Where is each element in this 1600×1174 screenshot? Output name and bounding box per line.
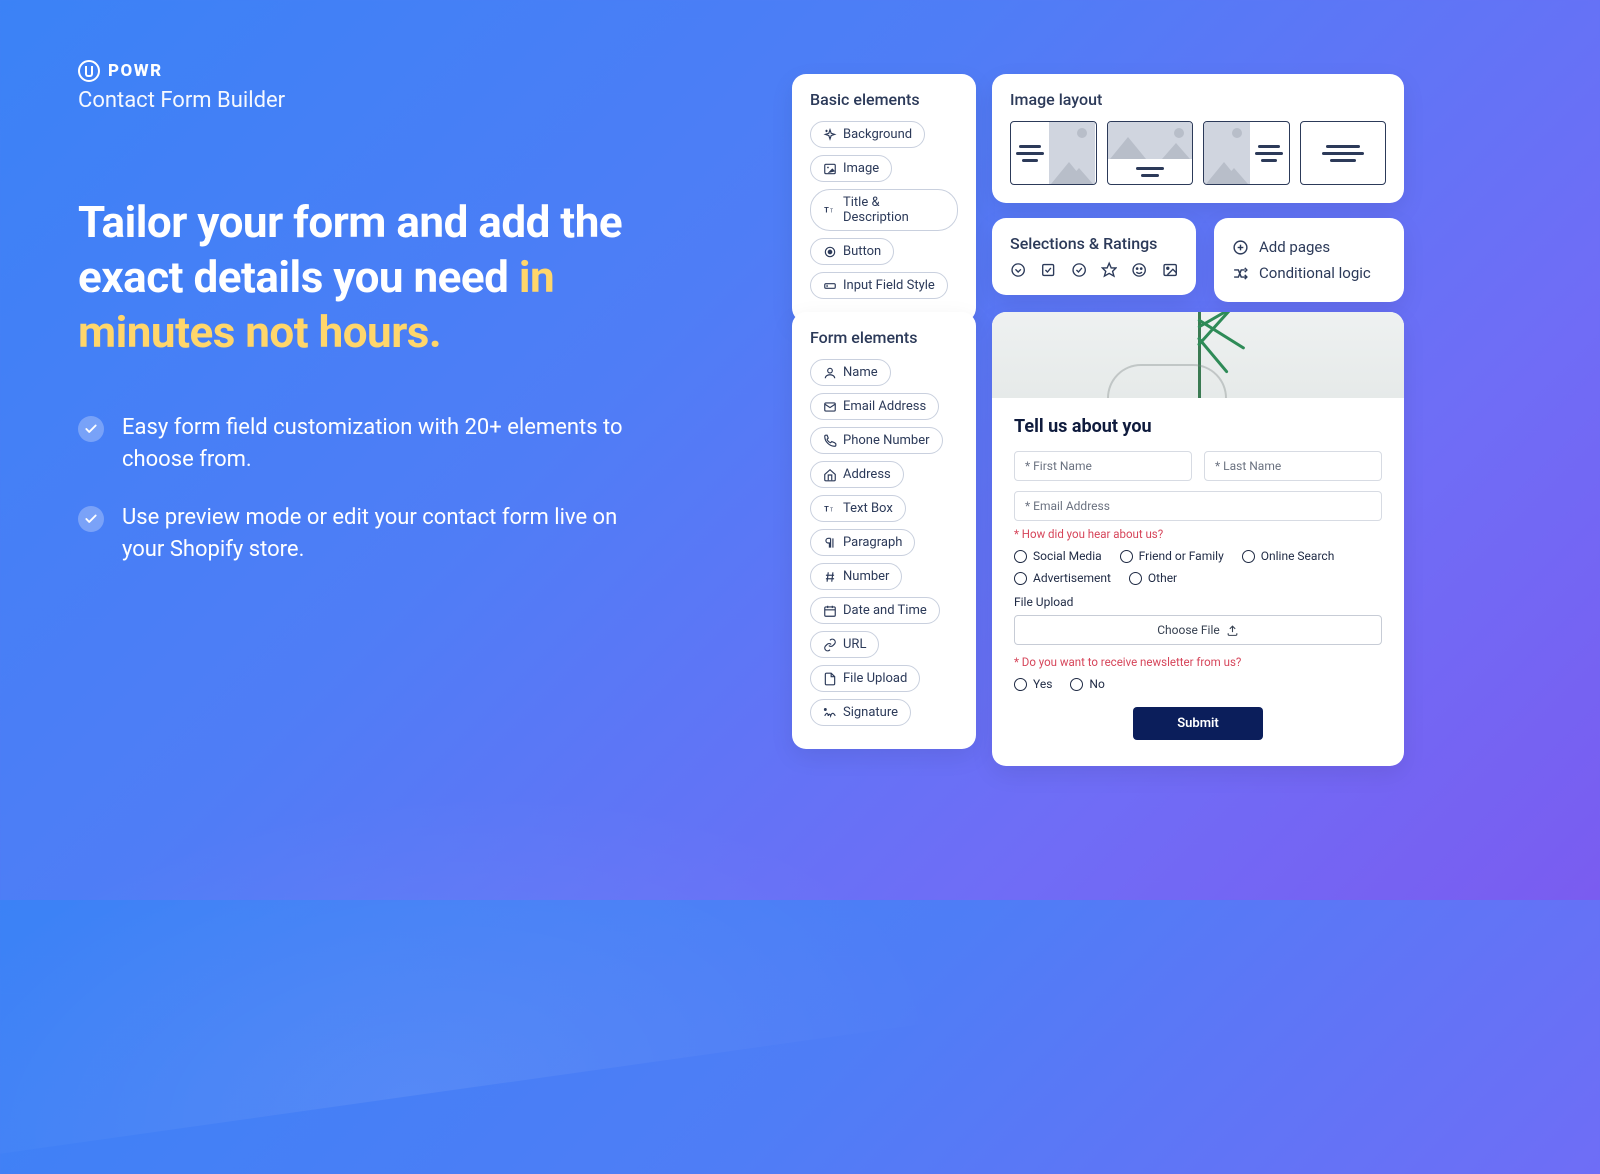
element-datetime[interactable]: Date and Time bbox=[810, 597, 940, 624]
element-paragraph[interactable]: Paragraph bbox=[810, 529, 915, 556]
bullet-text: Easy form field customization with 20+ e… bbox=[122, 412, 638, 476]
form-elements-card: Form elements Name Email Address Phone N… bbox=[792, 312, 976, 749]
element-button[interactable]: Button bbox=[810, 238, 894, 265]
form-title: Tell us about you bbox=[1014, 416, 1382, 437]
check-icon bbox=[78, 416, 104, 442]
brand-name: POWR bbox=[108, 61, 163, 81]
bullet-item: Use preview mode or edit your contact fo… bbox=[78, 502, 638, 566]
pages-label: Conditional logic bbox=[1259, 264, 1371, 282]
layout-option-left-text[interactable] bbox=[1010, 121, 1097, 185]
layout-option-top-image[interactable] bbox=[1107, 121, 1194, 185]
conditional-logic-button[interactable]: Conditional logic bbox=[1232, 260, 1386, 286]
svg-text:T: T bbox=[824, 504, 829, 513]
element-input-style[interactable]: Input Field Style bbox=[810, 272, 948, 299]
check-icon bbox=[78, 506, 104, 532]
svg-text:T: T bbox=[824, 205, 829, 214]
card-title: Selections & Ratings bbox=[1010, 234, 1178, 253]
pill-label: Signature bbox=[843, 705, 898, 720]
brand-logo: POWR bbox=[78, 60, 163, 82]
radio-no[interactable]: No bbox=[1070, 677, 1104, 691]
selections-ratings-card: Selections & Ratings bbox=[992, 218, 1196, 295]
pill-label: Number bbox=[843, 569, 889, 584]
dropdown-icon[interactable] bbox=[1010, 261, 1026, 279]
element-signature[interactable]: Signature bbox=[810, 699, 911, 726]
hear-about-label: * How did you hear about us? bbox=[1014, 527, 1382, 541]
form-preview-card: Tell us about you * First Name * Last Na… bbox=[992, 312, 1404, 766]
element-address[interactable]: Address bbox=[810, 461, 904, 488]
image-select-icon[interactable] bbox=[1162, 261, 1178, 279]
emoji-icon[interactable] bbox=[1131, 261, 1147, 279]
newsletter-label: * Do you want to receive newsletter from… bbox=[1014, 655, 1382, 669]
radio-social-media[interactable]: Social Media bbox=[1014, 549, 1102, 563]
element-email[interactable]: Email Address bbox=[810, 393, 939, 420]
element-name[interactable]: Name bbox=[810, 359, 891, 386]
powr-logo-icon bbox=[78, 60, 100, 82]
pill-label: Address bbox=[843, 467, 891, 482]
pill-label: Title & Description bbox=[843, 195, 945, 225]
card-title: Form elements bbox=[810, 328, 958, 347]
pill-label: URL bbox=[843, 637, 866, 652]
bullet-text: Use preview mode or edit your contact fo… bbox=[122, 502, 638, 566]
element-phone[interactable]: Phone Number bbox=[810, 427, 943, 454]
card-title: Image layout bbox=[1010, 90, 1386, 109]
pill-label: Background bbox=[843, 127, 912, 142]
radio-other[interactable]: Other bbox=[1129, 571, 1177, 585]
form-hero-image bbox=[992, 312, 1404, 398]
add-pages-button[interactable]: Add pages bbox=[1232, 234, 1386, 260]
card-title: Basic elements bbox=[810, 90, 958, 109]
element-background[interactable]: Background bbox=[810, 121, 925, 148]
choose-file-button[interactable]: Choose File bbox=[1014, 615, 1382, 645]
element-file-upload[interactable]: File Upload bbox=[810, 665, 920, 692]
feature-bullets: Easy form field customization with 20+ e… bbox=[78, 412, 638, 592]
element-number[interactable]: Number bbox=[810, 563, 902, 590]
pill-label: Paragraph bbox=[843, 535, 902, 550]
svg-text:T: T bbox=[830, 208, 834, 214]
pill-label: Image bbox=[843, 161, 879, 176]
submit-button[interactable]: Submit bbox=[1133, 707, 1263, 740]
pill-label: Input Field Style bbox=[843, 278, 935, 293]
pages-card: Add pages Conditional logic bbox=[1214, 218, 1404, 302]
image-layout-card: Image layout bbox=[992, 74, 1404, 203]
pill-label: Date and Time bbox=[843, 603, 927, 618]
svg-text:T: T bbox=[830, 507, 834, 513]
radio-advertisement[interactable]: Advertisement bbox=[1014, 571, 1111, 585]
checkbox-icon[interactable] bbox=[1040, 261, 1056, 279]
pages-label: Add pages bbox=[1259, 238, 1330, 256]
pill-label: Button bbox=[843, 244, 881, 259]
layout-option-text-only[interactable] bbox=[1300, 121, 1387, 185]
pill-label: Name bbox=[843, 365, 878, 380]
pill-label: Email Address bbox=[843, 399, 926, 414]
element-title-description[interactable]: TT Title & Description bbox=[810, 189, 958, 231]
pill-label: Phone Number bbox=[843, 433, 930, 448]
star-icon[interactable] bbox=[1101, 261, 1117, 279]
layout-option-right-text[interactable] bbox=[1203, 121, 1290, 185]
product-name: Contact Form Builder bbox=[78, 88, 285, 113]
headline: Tailor your form and add the exact detai… bbox=[78, 195, 698, 360]
radio-online-search[interactable]: Online Search bbox=[1242, 549, 1335, 563]
element-url[interactable]: URL bbox=[810, 631, 879, 658]
radio-friend-family[interactable]: Friend or Family bbox=[1120, 549, 1224, 563]
radio-yes[interactable]: Yes bbox=[1014, 677, 1052, 691]
upload-icon bbox=[1226, 624, 1239, 637]
pill-label: Text Box bbox=[843, 501, 893, 516]
element-image[interactable]: Image bbox=[810, 155, 892, 182]
email-input[interactable]: * Email Address bbox=[1014, 491, 1382, 521]
element-textbox[interactable]: TT Text Box bbox=[810, 495, 906, 522]
file-upload-label: File Upload bbox=[1014, 595, 1382, 609]
last-name-input[interactable]: * Last Name bbox=[1204, 451, 1382, 481]
pill-label: File Upload bbox=[843, 671, 907, 686]
basic-elements-card: Basic elements Background Image TT Title… bbox=[792, 74, 976, 322]
bullet-item: Easy form field customization with 20+ e… bbox=[78, 412, 638, 476]
radio-icon[interactable] bbox=[1071, 261, 1087, 279]
first-name-input[interactable]: * First Name bbox=[1014, 451, 1192, 481]
